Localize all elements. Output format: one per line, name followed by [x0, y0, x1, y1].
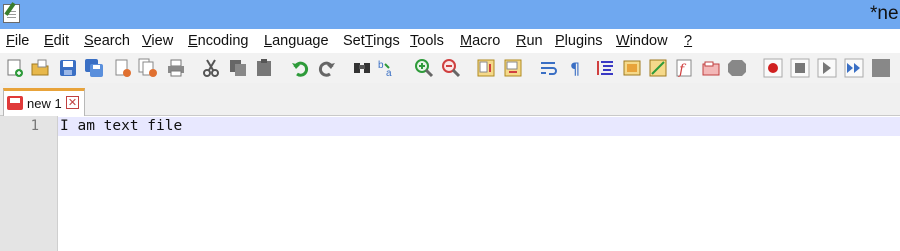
notepadpp-app-icon[interactable] [3, 2, 20, 23]
redo-icon[interactable] [317, 58, 337, 78]
menu-run[interactable]: Run [516, 33, 543, 49]
svg-text:a: a [386, 68, 392, 78]
tab-close-icon[interactable]: ✕ [66, 96, 79, 109]
menu-tools[interactable]: Tools [410, 33, 444, 49]
run-macro-multiple-icon[interactable] [844, 58, 864, 78]
save-all-icon[interactable] [84, 58, 104, 78]
menu-macro[interactable]: Macro [460, 33, 500, 49]
menu-bar: File Edit Search View Encoding Language … [0, 29, 900, 53]
menu-settings[interactable]: SetTings [343, 33, 400, 49]
toolbar: ba ¶ f [0, 53, 900, 83]
tab-bar: new 1 ✕ [0, 83, 900, 116]
find-icon[interactable] [352, 58, 372, 78]
menu-view[interactable]: View [142, 33, 173, 49]
menu-language[interactable]: Language [264, 33, 329, 49]
menu-search[interactable]: Search [84, 33, 130, 49]
copy-icon[interactable] [228, 58, 248, 78]
stop-record-icon[interactable] [790, 58, 810, 78]
replace-icon[interactable]: ba [377, 58, 397, 78]
line-number-gutter: 1 [0, 116, 58, 251]
new-file-icon[interactable] [5, 58, 25, 78]
current-line-highlight [58, 117, 900, 136]
function-list-icon[interactable]: f [674, 58, 694, 78]
close-all-icon[interactable] [138, 58, 158, 78]
zoom-out-icon[interactable] [441, 58, 461, 78]
unsaved-file-icon [7, 96, 23, 110]
svg-text:b: b [378, 60, 384, 71]
undo-icon[interactable] [290, 58, 310, 78]
paste-icon[interactable] [254, 58, 274, 78]
open-folder-icon[interactable] [30, 58, 50, 78]
playback-macro-icon[interactable] [817, 58, 837, 78]
zoom-in-icon[interactable] [414, 58, 434, 78]
line-number: 1 [30, 118, 39, 134]
monitoring-icon[interactable] [727, 58, 747, 78]
menu-plugins[interactable]: Plugins [555, 33, 603, 49]
tab-label: new 1 [27, 96, 62, 111]
menu-edit[interactable]: Edit [44, 33, 69, 49]
clipboard-history-icon[interactable] [701, 58, 721, 78]
menu-help[interactable]: ? [684, 33, 692, 49]
menu-file[interactable]: File [6, 33, 29, 49]
title-bar: *ne [0, 0, 900, 29]
menu-window[interactable]: Window [616, 33, 668, 49]
record-macro-icon[interactable] [763, 58, 783, 78]
sync-horizontal-icon[interactable] [503, 58, 523, 78]
sync-vertical-icon[interactable] [476, 58, 496, 78]
editor-line-text[interactable]: I am text file [60, 118, 182, 134]
tab-new-1[interactable]: new 1 ✕ [3, 88, 85, 116]
save-icon[interactable] [58, 58, 78, 78]
save-macro-icon[interactable] [871, 58, 891, 78]
cut-icon[interactable] [201, 58, 221, 78]
folder-as-workspace-icon[interactable] [622, 58, 642, 78]
menu-encoding[interactable]: Encoding [188, 33, 248, 49]
show-all-chars-icon[interactable]: ¶ [566, 58, 586, 78]
svg-text:¶: ¶ [570, 59, 580, 78]
print-icon[interactable] [166, 58, 186, 78]
indent-guide-icon[interactable] [596, 58, 616, 78]
word-wrap-icon[interactable] [539, 58, 559, 78]
editor-area[interactable]: 1 I am text file [0, 116, 900, 251]
window-title: *ne [870, 3, 899, 24]
document-map-icon[interactable] [648, 58, 668, 78]
close-icon[interactable] [113, 58, 133, 78]
